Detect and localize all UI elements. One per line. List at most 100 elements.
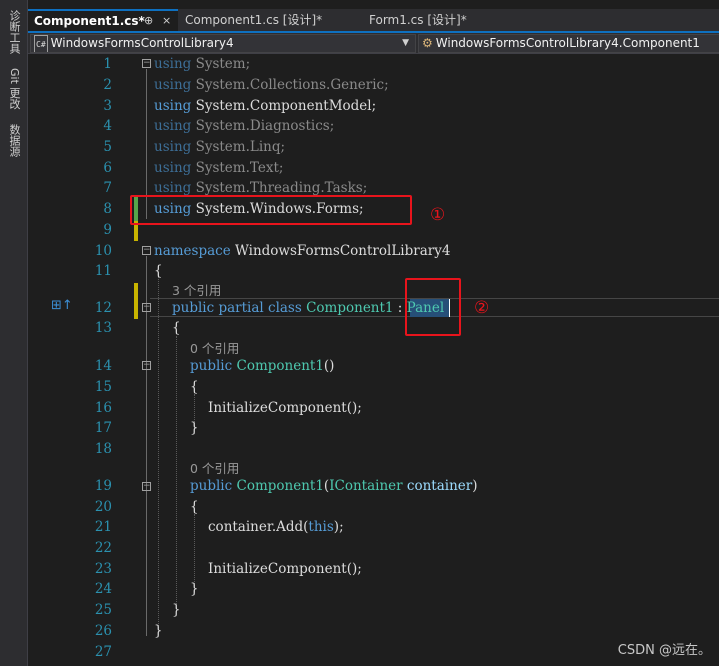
line-number: 11 (94, 263, 112, 279)
tab-label: Component1.cs [设计]* (185, 13, 323, 27)
toolstrip-tab-diagnostic-tools[interactable]: 诊断工具 (6, 10, 22, 54)
line-number: 19 (94, 478, 112, 494)
line-number: 13 (94, 320, 112, 336)
code-line: using System.Linq; (154, 139, 285, 155)
line-number: 7 (103, 180, 112, 196)
line-number: 4 (103, 118, 112, 134)
code-line: public Component1() (190, 358, 334, 374)
indent-guide (176, 336, 177, 608)
class-icon: ⚙ (422, 36, 433, 50)
code-line: { (172, 320, 181, 336)
code-line: { (154, 263, 163, 279)
line-number: 21 (94, 519, 112, 535)
tab-label: Component1.cs* (34, 14, 145, 28)
parens: () (323, 358, 335, 374)
member-dropdown-value: WindowsFormsControlLibrary4.Component1 (435, 36, 700, 50)
keyword: public partial class (172, 300, 302, 316)
keyword: using (154, 139, 192, 155)
line-number: 5 (103, 139, 112, 155)
line-number: 18 (94, 441, 112, 457)
keyword: this (308, 519, 334, 535)
code-line: using System.ComponentModel; (154, 98, 376, 114)
keyword: using (154, 160, 192, 176)
project-dropdown-value: WindowsFormsControlLibrary4 (50, 36, 234, 50)
code-line: container.Add(this); (208, 519, 344, 535)
namespace-ref: System.ComponentModel; (195, 98, 377, 114)
override-glyph-icon[interactable]: ⊞↑ (51, 298, 73, 313)
csharp-project-icon: C# (34, 35, 48, 52)
unsaved-change-marker (134, 283, 138, 319)
toolstrip-tab-git-changes[interactable]: Git 更改 (6, 68, 22, 109)
constructor-name: Component1 (236, 358, 324, 374)
namespace-ref: System.Threading.Tasks; (195, 180, 368, 196)
line-number: 9 (103, 222, 112, 238)
code-line: { (190, 379, 199, 395)
param-name: container (406, 478, 473, 494)
keyword: namespace (154, 243, 231, 259)
code-line: public Component1(IContainer container) (190, 478, 478, 494)
fold-line (146, 492, 147, 596)
code-line: using System.Collections.Generic; (154, 77, 389, 93)
collapse-icon[interactable]: − (142, 361, 151, 370)
annotation-label-1: ① (430, 205, 446, 225)
code-line: using System.Text; (154, 160, 283, 176)
tool-window-strip: 诊断工具 Git 更改 数据源 (0, 0, 28, 666)
namespace-ref: System.Linq; (195, 139, 286, 155)
line-number: 20 (94, 499, 112, 515)
code-line: } (154, 623, 163, 639)
tab-label: Form1.cs [设计]* (369, 13, 467, 27)
close-icon[interactable]: × (162, 11, 171, 31)
constructor-name: Component1 (236, 478, 324, 494)
line-number: 16 (94, 400, 112, 416)
member-dropdown[interactable]: ⚙ WindowsFormsControlLibrary4.Component1 (418, 34, 719, 53)
keyword: using (154, 77, 192, 93)
keyword: using (154, 56, 192, 72)
indent-guide (158, 276, 159, 628)
namespace-name: WindowsFormsControlLibrary4 (235, 243, 451, 259)
collapse-icon[interactable]: − (142, 59, 151, 68)
tab-component1-designer[interactable]: Component1.cs [设计]* (179, 9, 362, 31)
namespace-ref: System.Diagnostics; (195, 118, 335, 134)
namespace-ref: System.Collections.Generic; (195, 77, 389, 93)
line-number: 15 (94, 379, 112, 395)
keyword: public (190, 358, 233, 374)
code-line: public partial class Component1 : Panel (172, 300, 444, 316)
keyword: using (154, 180, 192, 196)
project-dropdown[interactable]: C# WindowsFormsControlLibrary4 ▼ (30, 34, 416, 53)
codelens-references[interactable]: 3 个引用 (172, 280, 221, 299)
tab-component1-cs[interactable]: Component1.cs* ⊕ × (28, 9, 178, 31)
code-line: InitializeComponent(); (208, 400, 362, 416)
code-line: using System.Threading.Tasks; (154, 180, 367, 196)
code-line: } (172, 602, 181, 618)
line-number: 22 (94, 540, 112, 556)
code-line: InitializeComponent(); (208, 561, 362, 577)
code-line: namespace WindowsFormsControlLibrary4 (154, 243, 450, 259)
line-number: 6 (103, 160, 112, 176)
call-prefix: container.Add( (208, 519, 309, 535)
collapse-icon[interactable]: − (142, 246, 151, 255)
line-number: 3 (103, 98, 112, 114)
code-line: using System.Diagnostics; (154, 118, 334, 134)
pin-icon[interactable]: ⊕ (144, 11, 153, 31)
collapse-icon[interactable]: − (142, 482, 151, 491)
codelens-references[interactable]: 0 个引用 (190, 338, 239, 357)
code-line: } (190, 420, 199, 436)
code-editor[interactable]: 1 2 3 4 5 6 7 8 9 10 11 12 13 14 15 16 1… (28, 54, 719, 666)
watermark: CSDN @远在。 (617, 643, 711, 658)
annotation-label-2: ② (474, 298, 490, 318)
line-number: 27 (94, 644, 112, 660)
line-number: 25 (94, 602, 112, 618)
annotation-box-using (130, 195, 412, 225)
line-number: 1 (103, 56, 112, 72)
tab-form1-designer[interactable]: Form1.cs [设计]* (363, 9, 508, 31)
line-number: 10 (94, 243, 112, 259)
line-number: 26 (94, 623, 112, 639)
codelens-references[interactable]: 0 个引用 (190, 458, 239, 477)
line-number: 2 (103, 77, 112, 93)
line-number: 8 (103, 201, 112, 217)
code-line: } (190, 581, 199, 597)
fold-line (146, 371, 147, 435)
toolstrip-tab-data-sources[interactable]: 数据源 (6, 124, 22, 157)
call-suffix: ); (333, 519, 344, 535)
keyword: using (154, 98, 192, 114)
